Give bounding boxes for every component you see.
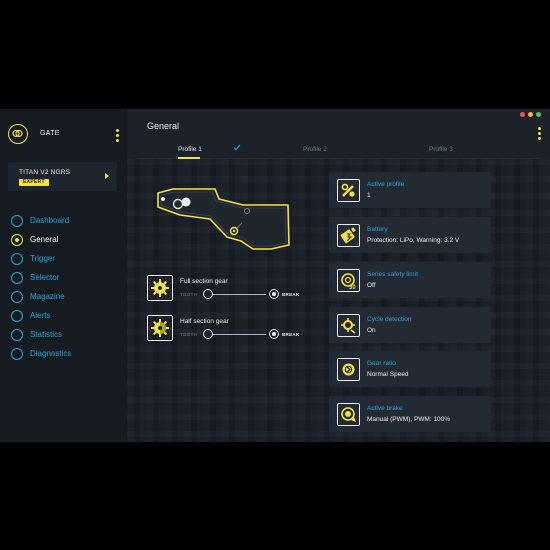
break-option-radio[interactable]: [269, 329, 279, 339]
gate-logo-icon: [8, 124, 28, 144]
sidebar-item-label: Statistics: [30, 330, 63, 339]
card-battery[interactable]: Battery Protection: LiPo, Warning: 3.2 V: [329, 217, 491, 253]
half-section-gear-setting: Half section gear TOOTH BREAK: [147, 315, 299, 341]
card-value: Manual (PWM), PWM: 100%: [367, 416, 451, 423]
main-panel: General Profile 1 Profile 2 Profile 3 Fu…: [127, 109, 550, 442]
card-value: Normal Speed: [367, 371, 409, 378]
main-menu-icon[interactable]: [538, 127, 542, 141]
radio-icon: [11, 348, 23, 360]
active-tab-indicator: [178, 157, 200, 159]
card-active-profile[interactable]: Active profile 1: [329, 172, 491, 208]
minimize-window-icon[interactable]: [528, 112, 533, 117]
device-selector[interactable]: TITAN V2 NGRS EXPERT: [8, 162, 117, 191]
maximize-window-icon[interactable]: [536, 112, 541, 117]
full-gear-icon: [147, 275, 173, 301]
card-series-safety-limit[interactable]: 30 Series safety limit Off: [329, 262, 491, 298]
brand: GATE: [8, 124, 118, 146]
check-icon: [233, 144, 241, 151]
radio-icon: [11, 310, 23, 322]
tooth-option-radio[interactable]: [203, 329, 213, 339]
gear-label: Full section gear: [180, 278, 228, 285]
radio-icon: [11, 253, 23, 265]
sidebar-item-magazine[interactable]: Magazine: [11, 289, 121, 305]
radio-selected-icon: [11, 234, 23, 246]
tooth-option-label: TOOTH: [180, 332, 198, 337]
sidebar-item-general[interactable]: General: [11, 232, 121, 248]
cycle-detection-icon: [337, 314, 360, 337]
break-option-radio[interactable]: [269, 289, 279, 299]
svg-text:30: 30: [349, 285, 356, 291]
sidebar-item-statistics[interactable]: Statistics: [11, 327, 121, 343]
app-window: GATE TITAN V2 NGRS EXPERT Dashboard Gene…: [0, 109, 550, 442]
card-active-brake[interactable]: Active brake Manual (PWM), PWM: 100%: [329, 396, 491, 432]
card-value: Protection: LiPo, Warning: 3.2 V: [367, 237, 460, 244]
card-value: 1: [367, 192, 371, 199]
full-gear-toggle[interactable]: TOOTH BREAK: [180, 288, 299, 300]
sidebar-item-dashboard[interactable]: Dashboard: [11, 213, 121, 229]
card-title: Battery: [367, 226, 388, 233]
gear-marker-icon: [161, 197, 165, 201]
sidebar-item-label: Diagnostics: [30, 349, 72, 358]
radio-icon: [11, 272, 23, 284]
device-badge: EXPERT: [19, 179, 49, 186]
device-name: TITAN V2 NGRS: [19, 169, 71, 176]
sidebar-item-diagnostics[interactable]: Diagnostics: [11, 346, 121, 362]
card-title: Active brake: [367, 405, 403, 412]
sidebar-item-selector[interactable]: Selector: [11, 270, 121, 286]
active-profile-icon: [337, 179, 360, 202]
sidebar: GATE TITAN V2 NGRS EXPERT Dashboard Gene…: [0, 109, 127, 442]
sidebar-item-alerts[interactable]: Alerts: [11, 308, 121, 324]
card-value: Off: [367, 282, 376, 289]
break-option-label: BREAK: [282, 292, 300, 297]
gear-label: Half section gear: [180, 318, 229, 325]
tab-profile-2[interactable]: Profile 2: [303, 146, 327, 153]
window-controls: [520, 112, 544, 118]
card-cycle-detection[interactable]: Cycle detection On: [329, 307, 491, 343]
card-title: Active profile: [367, 181, 405, 188]
tab-profile-3[interactable]: Profile 3: [429, 146, 453, 153]
sidebar-item-label: General: [30, 235, 59, 244]
active-brake-icon: [337, 403, 360, 426]
break-option-label: BREAK: [282, 332, 300, 337]
sidebar-item-label: Magazine: [30, 292, 65, 301]
sidebar-item-label: Selector: [30, 273, 60, 282]
half-gear-icon: [147, 315, 173, 341]
tooth-option-radio[interactable]: [203, 289, 213, 299]
toggle-track: [208, 294, 266, 295]
card-gear-ratio[interactable]: Gear ratio Normal Speed: [329, 351, 491, 387]
toggle-track: [208, 334, 266, 335]
close-window-icon[interactable]: [520, 112, 525, 117]
sidebar-item-label: Trigger: [30, 254, 56, 263]
chevron-right-icon: [105, 173, 109, 179]
gearbox-diagram: [157, 188, 290, 250]
card-value: On: [367, 327, 376, 334]
half-gear-toggle[interactable]: TOOTH BREAK: [180, 328, 299, 340]
sidebar-item-label: Alerts: [30, 311, 51, 320]
radio-icon: [11, 215, 23, 227]
gear-marker-icon: [181, 197, 191, 207]
sidebar-item-label: Dashboard: [30, 216, 70, 225]
card-title: Gear ratio: [367, 360, 396, 367]
radio-icon: [11, 329, 23, 341]
gear-ratio-icon: [337, 358, 360, 381]
sidebar-item-trigger[interactable]: Trigger: [11, 251, 121, 267]
full-section-gear-setting: Full section gear TOOTH BREAK: [147, 275, 299, 301]
series-safety-limit-icon: 30: [337, 269, 360, 292]
tooth-option-label: TOOTH: [180, 292, 198, 297]
page-title: General: [147, 121, 180, 131]
tab-profile-1[interactable]: Profile 1: [178, 146, 202, 153]
sidebar-menu-icon[interactable]: [116, 129, 120, 143]
card-title: Series safety limit: [367, 271, 418, 278]
battery-icon: [337, 224, 360, 247]
card-title: Cycle detection: [367, 316, 412, 323]
brand-name: GATE: [40, 130, 60, 137]
radio-icon: [11, 291, 23, 303]
